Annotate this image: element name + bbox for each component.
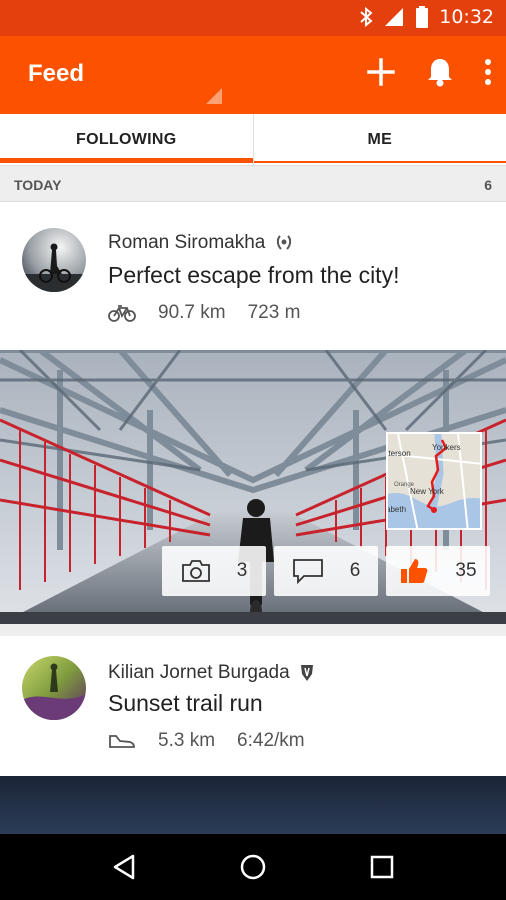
corner-triangle	[206, 88, 222, 104]
route-map-thumbnail[interactable]: aterson Yonkers Orange New York abeth	[386, 432, 482, 530]
laurel-badge-icon	[277, 235, 292, 250]
map-label: New York	[410, 487, 445, 496]
athlete-name[interactable]: Roman Siromakha	[108, 232, 265, 254]
kudos-button[interactable]: 35	[386, 546, 490, 596]
activity-title[interactable]: Perfect escape from the city!	[108, 262, 399, 289]
bell-icon[interactable]	[426, 56, 454, 88]
tab-following-label: FOLLOWING	[76, 130, 177, 148]
activity-card[interactable]: Roman Siromakha Perfect escape from the …	[0, 202, 506, 350]
status-bar: 10:32	[0, 0, 506, 36]
activity-stats: 90.7 km 723 m	[108, 302, 300, 324]
next-activity-photo-preview[interactable]	[0, 776, 506, 834]
map-label: aterson	[388, 449, 411, 458]
page-title: Feed	[28, 60, 85, 87]
athlete-row: Roman Siromakha	[108, 232, 293, 254]
distance-value: 5.3 km	[158, 730, 216, 751]
recents-icon[interactable]	[369, 854, 395, 880]
tab-divider-line	[253, 161, 506, 163]
activity-stats: 5.3 km 6:42/km	[108, 730, 305, 752]
activity-card[interactable]: Kilian Jornet Burgada Sunset trail run 5…	[0, 636, 506, 776]
athlete-row: Kilian Jornet Burgada	[108, 662, 314, 684]
comments-count: 6	[349, 560, 361, 581]
map-label: abeth	[388, 505, 406, 514]
plus-icon[interactable]	[366, 57, 396, 87]
section-header: TODAY 6	[0, 168, 506, 202]
section-count: 6	[484, 176, 492, 193]
pace-value: 6:42/km	[237, 730, 305, 751]
kudos-count: 35	[455, 560, 477, 581]
bluetooth-icon	[360, 6, 373, 28]
overflow-menu-icon[interactable]	[484, 58, 492, 86]
tab-selected-indicator	[0, 158, 253, 163]
photos-count: 3	[236, 560, 248, 581]
signal-icon	[385, 8, 404, 26]
tab-me[interactable]: ME	[252, 114, 506, 165]
comments-button[interactable]: 6	[274, 546, 378, 596]
avatar[interactable]	[22, 228, 86, 292]
battery-icon	[416, 6, 429, 28]
shoe-icon	[109, 735, 135, 748]
system-nav-bar	[0, 834, 506, 900]
map-label: Yonkers	[432, 443, 461, 452]
avatar[interactable]	[22, 656, 86, 720]
athlete-name[interactable]: Kilian Jornet Burgada	[108, 662, 290, 684]
tab-me-label: ME	[367, 130, 393, 148]
photos-button[interactable]: 3	[162, 546, 266, 596]
thumbs-up-icon	[401, 559, 428, 583]
activity-actions: 3 6 35	[162, 546, 490, 596]
activity-photo[interactable]: aterson Yonkers Orange New York abeth 3 …	[0, 350, 506, 624]
shield-badge-icon	[300, 665, 313, 681]
distance-value: 90.7 km	[158, 302, 226, 323]
tab-following[interactable]: FOLLOWING	[0, 114, 253, 165]
bicycle-icon	[108, 305, 136, 322]
activity-title[interactable]: Sunset trail run	[108, 690, 263, 717]
status-time: 10:32	[439, 6, 494, 28]
home-icon[interactable]	[239, 853, 267, 881]
feed-tabs: FOLLOWING ME	[0, 114, 506, 166]
section-label: TODAY	[14, 176, 62, 193]
elevation-value: 723 m	[247, 302, 301, 323]
back-icon[interactable]	[111, 853, 137, 881]
app-bar: Feed	[0, 36, 506, 114]
camera-icon	[181, 560, 210, 582]
comment-icon	[292, 559, 323, 584]
